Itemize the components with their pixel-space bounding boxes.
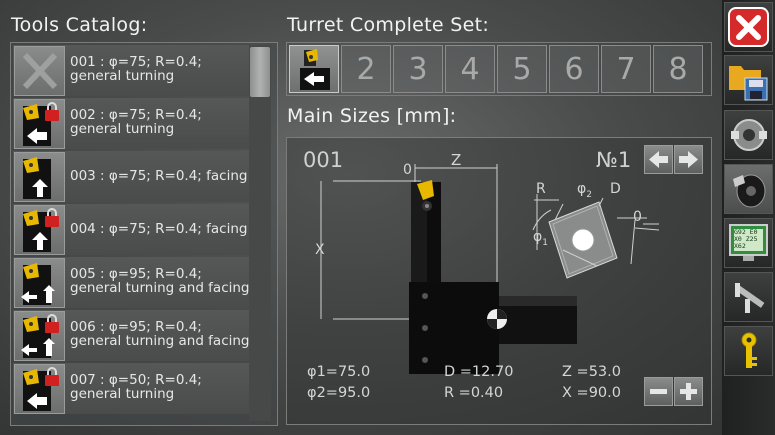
catalog-item[interactable]: 007 : φ=50; R=0.4; general turning	[13, 363, 255, 414]
insert-r-label: R	[536, 181, 546, 197]
turret-slot-7[interactable]: 7	[601, 45, 651, 93]
turret-title: Turret Complete Set:	[287, 14, 490, 36]
caliper-button[interactable]	[724, 272, 773, 322]
catalog-scroll-thumb[interactable]	[250, 47, 270, 97]
tools-button[interactable]	[724, 164, 773, 214]
tools-catalog-title: Tools Catalog:	[11, 14, 148, 36]
catalog-item[interactable]: 001 : φ=75; R=0.4; general turning	[13, 45, 255, 96]
screen-line-3: X62	[734, 242, 746, 250]
minus-icon	[650, 389, 667, 394]
main-sizes-panel: 001 №1 0 Z X R φ2 D φ1 0 φ1=75.0 φ2=95.0…	[286, 137, 712, 425]
tools-catalog-list[interactable]: 001 : φ=75; R=0.4; general turning 002 : …	[10, 42, 278, 426]
catalog-scrollbar[interactable]	[249, 45, 271, 421]
chuck-icon	[731, 119, 767, 151]
phi2-value: φ2=95.0	[307, 385, 371, 401]
close-icon	[728, 7, 769, 47]
monitor-screen-text: G92 E0 X0 Z25 X62	[734, 229, 764, 250]
zoom-out-button[interactable]	[644, 377, 673, 406]
plus-icon	[680, 383, 697, 400]
turning-tool-icon	[14, 364, 65, 414]
turret-slot-3[interactable]: 3	[393, 45, 443, 93]
turret-slot-8[interactable]: 8	[653, 45, 703, 93]
insert-phi1-symbol: φ	[533, 229, 543, 245]
catalog-item-label: 003 : φ=75; R=0.4; facing	[70, 168, 248, 184]
turning-tool-icon	[14, 99, 65, 149]
phi1-value: φ1=75.0	[307, 364, 371, 380]
empty-tool-icon	[14, 46, 65, 96]
insert-phi2-symbol: φ	[577, 181, 587, 197]
turning-tool-icon	[300, 49, 330, 90]
folder-save-icon	[729, 66, 768, 101]
catalog-item[interactable]: 005 : φ=95; R=0.4; general turning and f…	[13, 257, 255, 308]
turret-slot-1[interactable]	[289, 45, 339, 93]
chuck-button[interactable]	[724, 110, 773, 160]
catalog-item[interactable]: 004 : φ=75; R=0.4; facing	[13, 204, 255, 255]
turret-slot-5[interactable]: 5	[497, 45, 547, 93]
turret-slot-4[interactable]: 4	[445, 45, 495, 93]
main-sizes-title: Main Sizes [mm]:	[287, 105, 457, 127]
dim-zero-label: 0	[403, 162, 412, 178]
catalog-item-label: 002 : φ=75; R=0.4; general turning	[70, 107, 202, 137]
turning-facing-tool-icon	[14, 311, 65, 361]
catalog-item-label: 006 : φ=95; R=0.4; general turning and f…	[70, 319, 250, 349]
catalog-item[interactable]: 006 : φ=95; R=0.4; general turning and f…	[13, 310, 255, 361]
turret-set: 2 3 4 5 6 7 8	[286, 42, 712, 96]
dim-x-label: X	[315, 242, 325, 258]
d-value: D =12.70	[444, 364, 514, 380]
turret-tool-icon	[733, 174, 766, 208]
close-button[interactable]	[724, 2, 773, 52]
key-icon	[741, 332, 757, 368]
turret-slot-2[interactable]: 2	[341, 45, 391, 93]
catalog-item-label: 001 : φ=75; R=0.4; general turning	[70, 54, 202, 84]
insert-phi2-sub: 2	[586, 189, 592, 200]
caliper-icon	[734, 283, 765, 313]
catalog-item-label: 004 : φ=75; R=0.4; facing	[70, 221, 248, 237]
facing-tool-icon	[14, 152, 65, 202]
facing-tool-icon	[14, 205, 65, 255]
catalog-item[interactable]: 002 : φ=75; R=0.4; general turning	[13, 98, 255, 149]
key-button[interactable]	[724, 326, 773, 376]
insert-d-label: D	[610, 181, 621, 197]
insert-phi2-label: φ2	[577, 181, 592, 200]
save-open-button[interactable]	[724, 55, 773, 105]
catalog-item[interactable]: 003 : φ=75; R=0.4; facing	[13, 151, 255, 202]
dim-z-label: Z	[451, 151, 462, 169]
zoom-in-button[interactable]	[674, 377, 703, 406]
insert-phi1-sub: 1	[542, 237, 548, 248]
catalog-item-label: 005 : φ=95; R=0.4; general turning and f…	[70, 266, 250, 296]
insert-zero-label: 0	[633, 209, 642, 225]
turret-slot-6[interactable]: 6	[549, 45, 599, 93]
x-value: X =90.0	[562, 385, 621, 401]
r-value: R =0.40	[444, 385, 504, 401]
catalog-item-label: 007 : φ=50; R=0.4; general turning	[70, 372, 202, 402]
z-value: Z =53.0	[562, 364, 621, 380]
turning-facing-tool-icon	[14, 258, 65, 308]
insert-phi1-label: φ1	[533, 229, 548, 248]
